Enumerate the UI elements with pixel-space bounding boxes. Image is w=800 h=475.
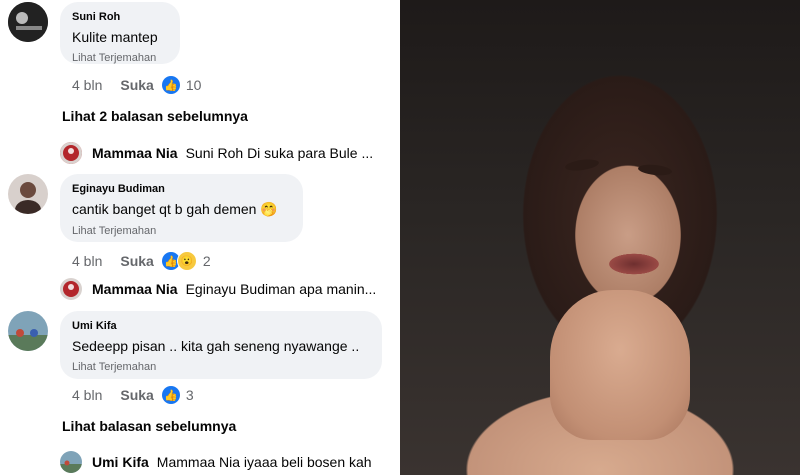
like-button[interactable]: Suka (120, 77, 153, 93)
comment-actions: 4 bln Suka 👍 10 (72, 76, 201, 94)
avatar-image (8, 311, 48, 351)
comment-actions: 4 bln Suka 👍 😮 2 (72, 251, 211, 271)
comment-actions: 4 bln Suka 👍 3 (72, 386, 194, 404)
comment-author[interactable]: Eginayu Budiman (72, 183, 291, 195)
comment-author[interactable]: Suni Roh (72, 11, 168, 23)
avatar-image (8, 174, 48, 214)
avatar-umi-kifa[interactable] (8, 311, 48, 351)
comment-age[interactable]: 4 bln (72, 253, 102, 269)
lips (605, 252, 663, 276)
left-eye (564, 157, 600, 173)
comment-thread: Suni Roh Kulite mantep Lihat Terjemahan … (0, 0, 400, 475)
avatar-image (8, 2, 48, 42)
like-button[interactable]: Suka (120, 387, 153, 403)
reply-author[interactable]: Mammaa Nia (92, 281, 178, 297)
avatar-mammaa-nia[interactable] (60, 278, 82, 300)
reply-item: Umi Kifa Mammaa Nia iyaaa beli bosen kah (60, 451, 372, 473)
reply-item: Mammaa Nia Suni Roh Di suka para Bule ..… (60, 142, 373, 164)
avatar-image (60, 451, 82, 473)
comment-author[interactable]: Umi Kifa (72, 320, 370, 332)
avatar-image (60, 278, 82, 300)
right-eye (637, 163, 673, 177)
photo-woman-portrait (400, 0, 800, 475)
avatar-eginayu-budiman[interactable] (8, 174, 48, 214)
like-button[interactable]: Suka (120, 253, 153, 269)
reply-text: Eginayu Budiman apa manin... (185, 281, 377, 297)
like-icon: 👍 (161, 386, 180, 404)
reply-text: Mammaa Nia iyaaa beli bosen kah (156, 454, 372, 470)
wow-icon: 😮 (176, 251, 197, 271)
comment-bubble: Umi Kifa Sedeepp pisan .. kita gah senen… (60, 311, 382, 379)
reply-item: Mammaa Nia Eginayu Budiman apa manin... (60, 278, 376, 300)
comment-bubble: Eginayu Budiman cantik banget qt b gah d… (60, 174, 303, 242)
reaction-count[interactable]: 2 (203, 253, 211, 269)
like-icon: 👍 (161, 76, 180, 94)
comment-text: cantik banget qt b gah demen 🤭 (72, 201, 278, 217)
avatar-image (60, 142, 82, 164)
see-translation-link[interactable]: Lihat Terjemahan (72, 361, 370, 373)
comment-age[interactable]: 4 bln (72, 77, 102, 93)
comment-text: Sedeepp pisan .. kita gah seneng nyawang… (72, 338, 360, 354)
reaction-count[interactable]: 10 (186, 77, 202, 93)
view-previous-replies-link[interactable]: Lihat balasan sebelumnya (62, 418, 236, 434)
reply-author[interactable]: Mammaa Nia (92, 145, 178, 161)
comment-age[interactable]: 4 bln (72, 387, 102, 403)
avatar-suni-roh[interactable] (8, 2, 48, 42)
reply-text: Suni Roh Di suka para Bule ... (185, 145, 374, 161)
avatar-mammaa-nia[interactable] (60, 142, 82, 164)
see-translation-link[interactable]: Lihat Terjemahan (72, 225, 291, 237)
reply-author[interactable]: Umi Kifa (92, 454, 149, 470)
clasped-hands (550, 290, 690, 440)
avatar-umi-kifa[interactable] (60, 451, 82, 473)
see-translation-link[interactable]: Lihat Terjemahan (72, 52, 168, 64)
comment-bubble: Suni Roh Kulite mantep Lihat Terjemahan (60, 2, 180, 64)
comment-text: Kulite mantep (72, 29, 158, 45)
view-previous-replies-link[interactable]: Lihat 2 balasan sebelumnya (62, 108, 248, 124)
reaction-count[interactable]: 3 (186, 387, 194, 403)
